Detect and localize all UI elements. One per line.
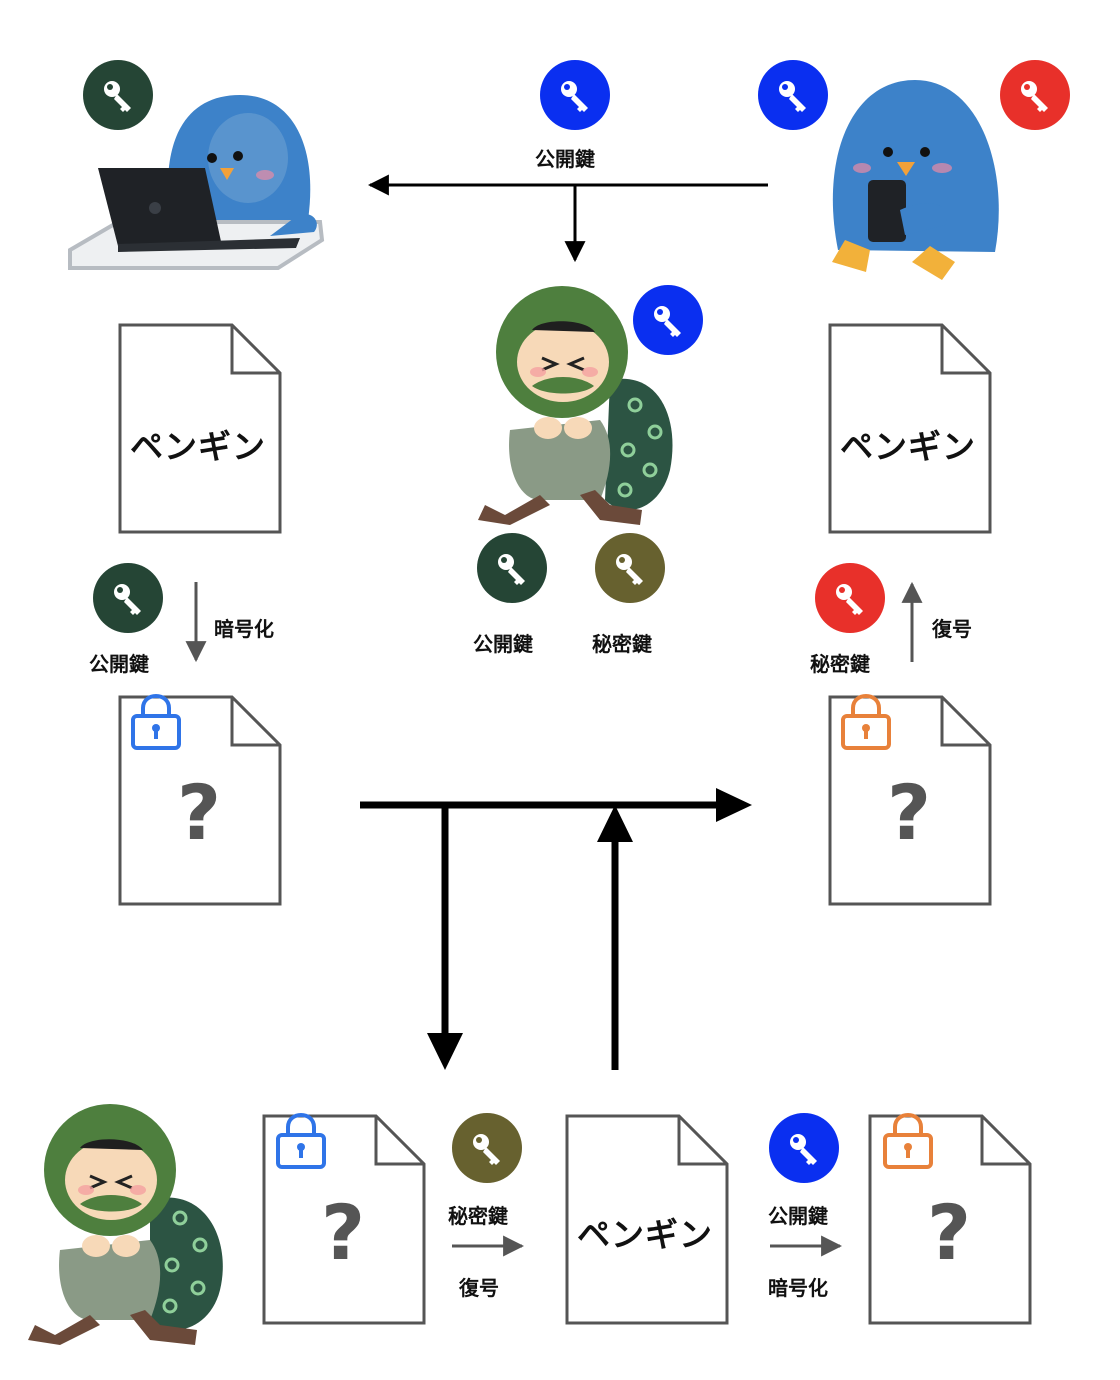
public-key-label: 公開鍵 (768, 1204, 828, 1228)
penguin-phone-illustration (832, 80, 999, 280)
encrypted-question-mark: ? (321, 1188, 366, 1277)
document-text: ペンギン (577, 1215, 713, 1254)
private-key-label: 秘密鍵 (592, 632, 652, 656)
encrypt-label: 暗号化 (768, 1276, 828, 1300)
diagram-canvas (28, 60, 1070, 1345)
public-key-label: 公開鍵 (89, 652, 149, 676)
public-key-label: 公開鍵 (473, 632, 533, 656)
key-icon (540, 60, 610, 130)
private-key-label: 秘密鍵 (448, 1204, 508, 1228)
encrypted-question-mark: ? (177, 768, 222, 857)
key-icon (595, 533, 665, 603)
document-text: ペンギン (840, 427, 976, 466)
encrypt-label: 暗号化 (214, 617, 274, 641)
document-text: ペンギン (130, 427, 266, 466)
encrypted-question-mark: ? (927, 1188, 972, 1277)
key-icon (758, 60, 828, 130)
key-icon (93, 563, 163, 633)
public-key-mitm-diagram: 公開鍵 ペンギン ペンギン 公開鍵 秘密鍵 公開鍵 暗号化 秘密鍵 復号 ? ?… (0, 0, 1120, 1380)
key-icon (452, 1113, 522, 1183)
key-icon (633, 285, 703, 355)
encrypted-question-mark: ? (887, 768, 932, 857)
thief-illustration-bottom (28, 1104, 223, 1345)
key-icon (83, 60, 153, 130)
key-icon (769, 1113, 839, 1183)
decrypt-label: 復号 (932, 617, 972, 641)
private-key-label: 秘密鍵 (810, 652, 870, 676)
key-icon (1000, 60, 1070, 130)
public-key-label: 公開鍵 (535, 147, 595, 171)
key-icon (477, 533, 547, 603)
decrypt-label: 復号 (459, 1276, 499, 1300)
interception-arrows (360, 788, 752, 1070)
key-icon (815, 563, 885, 633)
